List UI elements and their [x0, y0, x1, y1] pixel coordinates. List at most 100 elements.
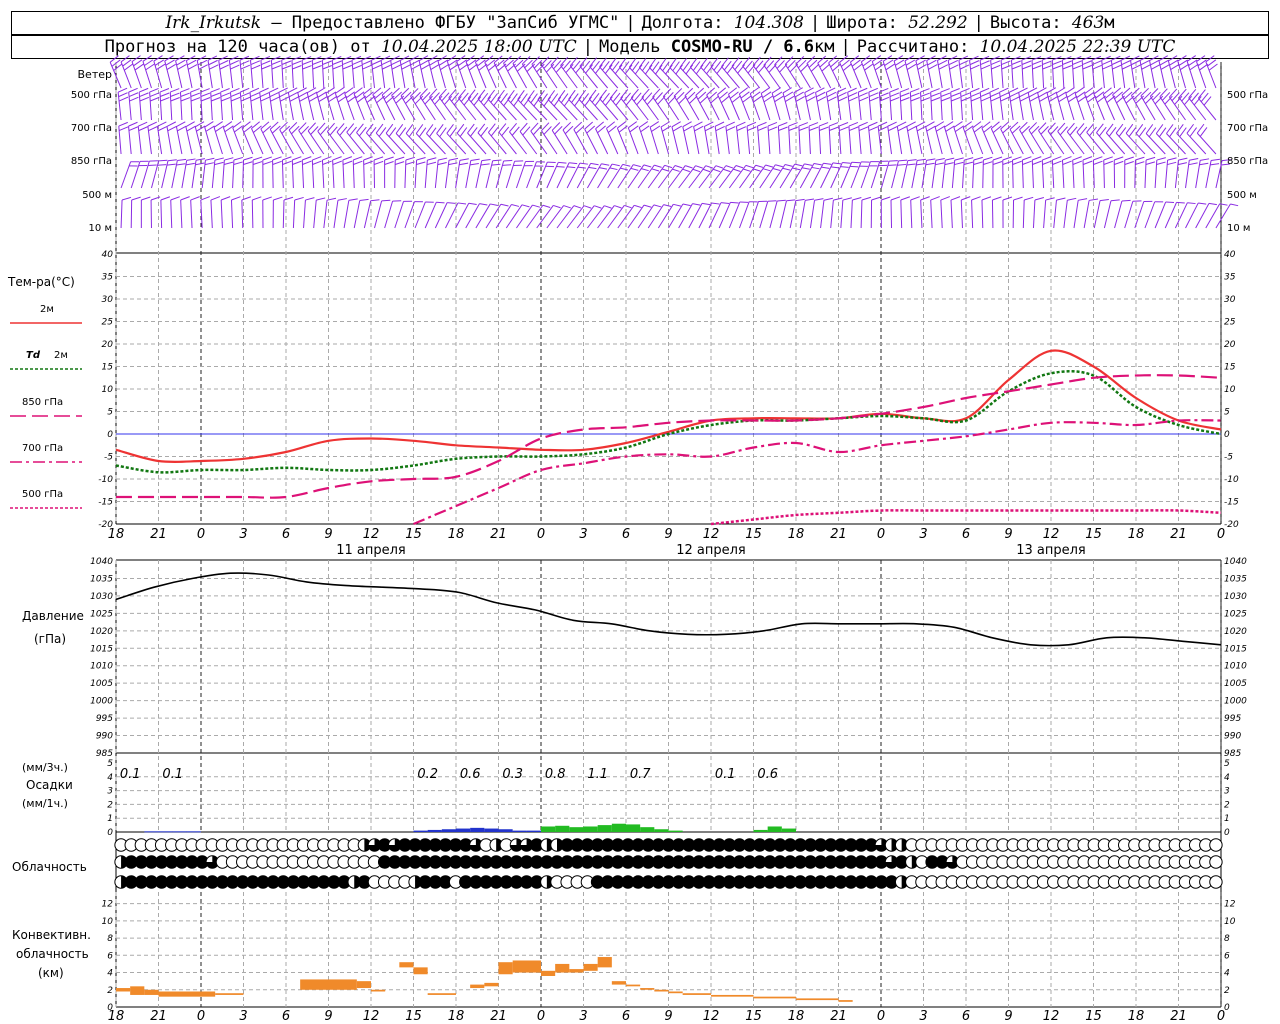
wind-barb [820, 162, 842, 189]
wind-barb-flag [1125, 123, 1134, 134]
wind-barb [142, 55, 155, 89]
wind-barb-staff [1124, 201, 1134, 229]
wind-barb-flag [251, 64, 261, 70]
cloud-cover-circle [1209, 875, 1223, 889]
precip-bar [640, 827, 655, 832]
wind-barb-flag [827, 96, 837, 102]
wind-barb-flag [573, 121, 583, 130]
wind-barb-flag [211, 97, 221, 102]
wind-barb [334, 87, 347, 121]
cloud-title: Облачность [12, 860, 87, 874]
wind-barb-flag [1166, 124, 1174, 134]
wind-barb-flag [851, 59, 861, 67]
wind-barb [1065, 87, 1078, 121]
wind-barb-flag [567, 166, 576, 169]
wind-barb-flag [484, 55, 494, 63]
wind-barb-flag [568, 89, 576, 100]
wind-barb-staff [759, 201, 769, 229]
wind-barb-flag [736, 126, 747, 132]
wind-barb-flag [782, 87, 792, 94]
precip-bar [569, 827, 584, 832]
wind-barb-flag [611, 163, 620, 167]
convective-bar [427, 993, 456, 995]
precip-bar [427, 829, 442, 832]
wind-barb-flag [750, 87, 760, 95]
wind-barb [992, 156, 1003, 189]
precip-bar [498, 829, 513, 832]
wind-barb-flag [1198, 202, 1207, 205]
wind-barb-flag [373, 156, 384, 161]
wind-barb [979, 87, 991, 121]
wind-barb-flag [571, 93, 579, 103]
wind-barb-flag [190, 196, 200, 201]
wind-barb-flag [930, 92, 941, 97]
time-tick-bottom: 15 [1085, 1009, 1102, 1024]
convective-bar [116, 988, 131, 992]
wind-barb-flag [641, 168, 649, 172]
wind-barb [262, 196, 272, 229]
wind-barb-flag [1121, 199, 1131, 202]
wind-barb-flag [959, 60, 969, 66]
wind-barb-flag [573, 205, 582, 209]
wind-barb-flag [747, 126, 757, 132]
wind-barb-flag [134, 63, 144, 71]
wind-barb-staff [1063, 200, 1068, 229]
wind-barb-flag [1032, 65, 1042, 70]
wind-barb-flag [889, 160, 898, 162]
convective-bar [300, 979, 357, 990]
wind-barb-flag [487, 89, 496, 100]
wind-barb-flag [900, 92, 910, 97]
wind-barb-flag [928, 64, 938, 70]
wind-barb-flag [1230, 203, 1239, 207]
wind-barb-flag [953, 121, 963, 128]
wind-barb [1178, 88, 1197, 121]
wind-barb-flag [983, 125, 993, 133]
wind-barb-flag [1118, 127, 1127, 137]
wind-barb-staff [627, 204, 645, 229]
wind-barb-flag [269, 87, 279, 93]
wind-barb-flag [861, 196, 872, 201]
time-tick-bottom: 0 [537, 1009, 545, 1024]
wind-barb-flag [371, 55, 381, 61]
wind-barb-flag [1125, 95, 1135, 104]
wind-barb-flag [1056, 87, 1066, 94]
wind-barb [551, 122, 568, 155]
time-tick-top: 21 [490, 527, 507, 542]
wind-barb-flag [418, 127, 427, 138]
wind-barb-flag [309, 95, 319, 102]
wind-barb-flag [520, 93, 528, 104]
wind-barb-flag [618, 125, 628, 133]
wind-barb-flag [1012, 160, 1022, 165]
wind-barb-flag [457, 202, 467, 205]
wind-barb-flag [858, 92, 868, 98]
wind-barb-flag [322, 65, 332, 70]
wind-barb-flag [234, 125, 244, 133]
wind-barb-flag [142, 55, 152, 62]
wind-barb [425, 124, 446, 155]
temp-ytick-right: 20 [1224, 340, 1236, 350]
wind-barb-flag [665, 92, 674, 101]
wind-barb-flag [351, 55, 362, 61]
wind-barb-flag [253, 125, 262, 133]
wind-barb-flag [847, 87, 857, 93]
wind-barb [799, 198, 815, 229]
precip-bar [413, 830, 428, 832]
temp-ytick-right: 40 [1224, 250, 1236, 260]
precip-bar [484, 828, 499, 832]
wind-barb-flag [785, 95, 795, 103]
wind-barb-flag [630, 88, 639, 99]
wind-barb-staff [292, 200, 296, 229]
precip-bar [456, 828, 471, 832]
time-tick-top: 6 [962, 527, 970, 542]
wind-barb-flag [631, 61, 640, 71]
cloud-circle-outline [1209, 875, 1223, 889]
wind-barb-flag [166, 121, 177, 127]
wind-barb-flag [436, 201, 445, 204]
wind-barb-flag [652, 88, 661, 98]
press-ytick-left: 1015 [90, 644, 113, 654]
wind-barb [268, 87, 280, 121]
wind-barb-staff [950, 200, 953, 229]
wind-barb [731, 57, 750, 89]
wind-barb-flag [1149, 88, 1159, 97]
wind-barb [728, 201, 749, 229]
